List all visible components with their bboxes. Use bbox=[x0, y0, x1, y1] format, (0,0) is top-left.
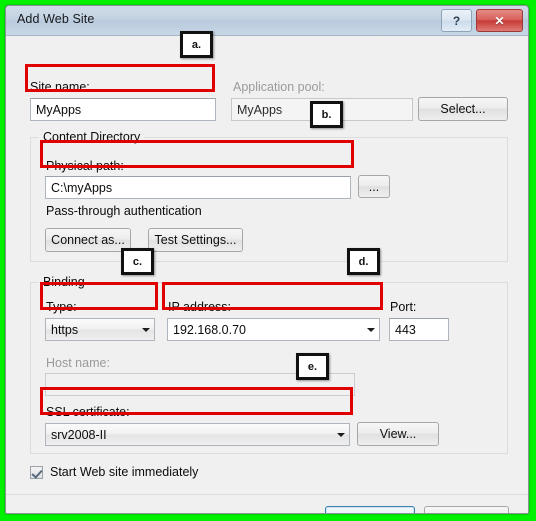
site-name-label: Site name: bbox=[30, 80, 90, 94]
annotation-d: d. bbox=[347, 248, 380, 275]
binding-type-select[interactable]: https bbox=[45, 318, 155, 341]
browse-path-button[interactable]: ... bbox=[358, 175, 390, 198]
chevron-down-icon[interactable] bbox=[332, 424, 349, 445]
dialog-title: Add Web Site bbox=[17, 12, 95, 26]
ssl-certificate-value: srv2008-II bbox=[51, 427, 107, 442]
binding-type-label: Type: bbox=[46, 300, 77, 314]
connect-as-button[interactable]: Connect as... bbox=[45, 228, 131, 252]
physical-path-input[interactable]: C:\myApps bbox=[45, 176, 351, 199]
binding-group-title: Binding bbox=[39, 275, 89, 289]
view-certificate-button[interactable]: View... bbox=[357, 422, 439, 446]
ip-address-select[interactable]: 192.168.0.70 bbox=[167, 318, 380, 341]
help-icon[interactable]: ? bbox=[441, 9, 472, 32]
start-web-site-immediately-row[interactable]: Start Web site immediately bbox=[30, 465, 198, 479]
ok-button[interactable]: OK bbox=[325, 506, 415, 513]
chevron-down-icon[interactable] bbox=[362, 319, 379, 340]
chevron-down-icon[interactable] bbox=[137, 319, 154, 340]
annotation-e: e. bbox=[296, 353, 329, 380]
start-web-site-label: Start Web site immediately bbox=[50, 465, 199, 479]
annotation-a: a. bbox=[180, 31, 213, 58]
physical-path-label: Physical path: bbox=[46, 159, 124, 173]
add-web-site-dialog: Add Web Site ? ✕ Site name: MyApps Appli… bbox=[5, 5, 529, 514]
pass-through-authentication-label: Pass-through authentication bbox=[46, 204, 202, 218]
test-settings-button[interactable]: Test Settings... bbox=[148, 228, 243, 252]
port-input[interactable]: 443 bbox=[389, 318, 449, 341]
annotation-b: b. bbox=[310, 101, 343, 128]
port-label: Port: bbox=[390, 300, 417, 314]
host-name-label: Host name: bbox=[46, 356, 110, 370]
ip-address-label: IP address: bbox=[168, 300, 232, 314]
dialog-body: Site name: MyApps Application pool: MyAp… bbox=[6, 36, 528, 513]
content-directory-group-title: Content Directory bbox=[39, 130, 145, 144]
cancel-button[interactable]: Cancel bbox=[424, 506, 509, 513]
screen-capture-area: Add Web Site ? ✕ Site name: MyApps Appli… bbox=[0, 0, 536, 521]
ssl-certificate-select[interactable]: srv2008-II bbox=[45, 423, 350, 446]
titlebar-buttons: ? ✕ bbox=[441, 9, 523, 32]
dialog-titlebar[interactable]: Add Web Site ? ✕ bbox=[6, 6, 528, 36]
binding-type-value: https bbox=[51, 322, 79, 337]
ip-address-value: 192.168.0.70 bbox=[173, 322, 246, 337]
start-web-site-checkbox[interactable] bbox=[30, 465, 43, 479]
footer-divider bbox=[6, 494, 528, 495]
annotation-c: c. bbox=[121, 248, 154, 275]
select-button[interactable]: Select... bbox=[418, 97, 508, 121]
site-name-input[interactable]: MyApps bbox=[30, 98, 216, 121]
application-pool-label: Application pool: bbox=[233, 80, 325, 94]
ssl-certificate-label: SSL certificate: bbox=[46, 405, 130, 419]
close-icon[interactable]: ✕ bbox=[476, 9, 523, 32]
